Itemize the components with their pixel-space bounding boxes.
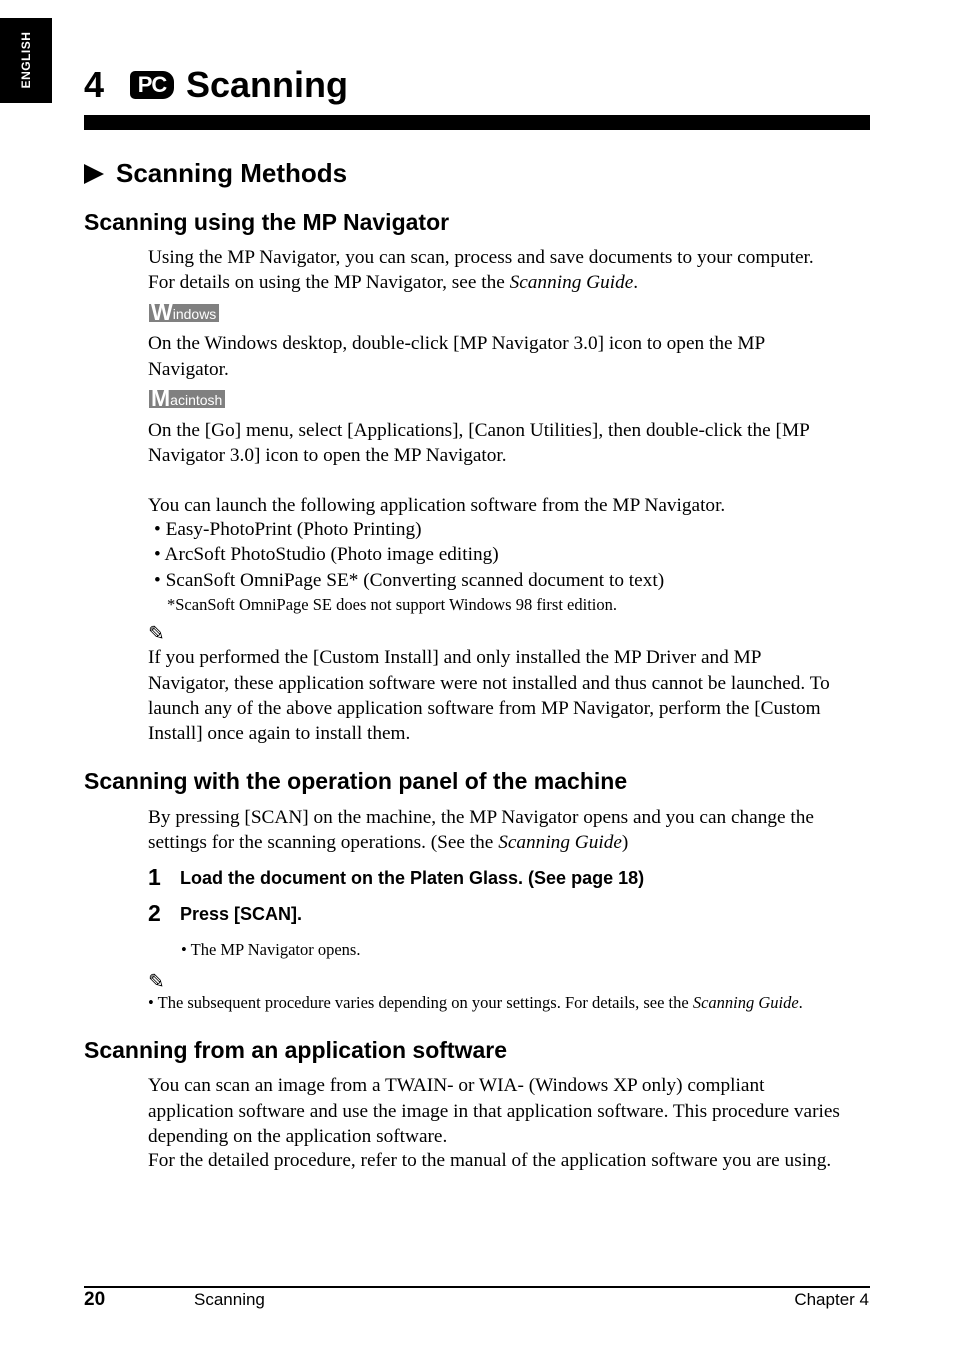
pencil-icon: ✎ <box>148 623 165 645</box>
step-number: 1 <box>148 864 161 890</box>
note-line: Install] once again to install them. <box>148 723 411 744</box>
mac-instruction-2: Navigator 3.0] icon to open the MP Navig… <box>148 445 507 466</box>
footnote: *ScanSoft OmniPage SE does not support W… <box>167 595 618 614</box>
subheading-application: Scanning from an application software <box>84 1037 508 1063</box>
section-title: Scanning Methods <box>116 158 348 188</box>
page-number: 20 <box>84 1289 106 1310</box>
chapter-title-text: Scanning <box>186 64 349 105</box>
section-heading: Scanning Methods <box>84 158 347 189</box>
pencil-icon: ✎ <box>148 971 165 993</box>
triangle-right-icon <box>84 163 104 184</box>
chapter-title: 4 PC Scanning <box>84 64 348 106</box>
step-1: 1 Load the document on the Platen Glass.… <box>148 864 644 891</box>
text: settings for the scanning operations. (S… <box>148 832 499 853</box>
text: ) <box>621 832 629 853</box>
mac-instruction-1: On the [Go] menu, select [Applications],… <box>148 420 810 441</box>
application-line: application software and use the image i… <box>148 1101 840 1122</box>
badge-initial: W <box>151 299 173 325</box>
footer-section: Scanning <box>194 1290 265 1309</box>
text: The subsequent procedure varies dependin… <box>157 993 693 1012</box>
subheading-operation-panel: Scanning with the operation panel of the… <box>84 768 628 794</box>
scanning-guide-ref: Scanning Guide <box>498 832 622 853</box>
note-line: launch any of the above application soft… <box>148 698 821 719</box>
application-line: You can scan an image from a TWAIN- or W… <box>148 1075 765 1096</box>
operation-note: • The subsequent procedure varies depend… <box>148 993 803 1012</box>
footer-rule <box>84 1286 870 1288</box>
text: . <box>633 272 639 293</box>
language-tab: ENGLISH <box>0 18 52 103</box>
pc-icon: PC <box>130 71 174 99</box>
footer-chapter: Chapter 4 <box>794 1290 869 1309</box>
app-list-item: • ArcSoft PhotoStudio (Photo image editi… <box>154 544 499 565</box>
windows-instruction-2: Navigator. <box>148 359 229 380</box>
title-rule <box>84 115 870 130</box>
badge-rest: acintosh <box>170 392 223 408</box>
text: . <box>798 993 803 1012</box>
note-line: If you performed the [Custom Install] an… <box>148 647 762 668</box>
note-line: Navigator, these application software we… <box>148 673 830 694</box>
scanning-guide-ref: Scanning Guide <box>692 993 799 1012</box>
paragraph-intro-1: Using the MP Navigator, you can scan, pr… <box>148 247 814 268</box>
scanning-guide-ref: Scanning Guide <box>509 272 634 293</box>
step-bullet: • The MP Navigator opens. <box>181 940 361 959</box>
application-line: depending on the application software. <box>148 1126 448 1147</box>
app-name: ScanSoft OmniPage SE* (Converting scanne… <box>165 570 665 591</box>
app-name: Easy-PhotoPrint (Photo Printing) <box>165 519 422 540</box>
windows-instruction-1: On the Windows desktop, double-click [MP… <box>148 333 766 354</box>
macintosh-badge: Macintosh <box>149 385 226 411</box>
paragraph-intro-2: For details on using the MP Navigator, s… <box>148 270 638 295</box>
step-text: Press [SCAN]. <box>180 904 303 924</box>
chapter-number: 4 <box>84 64 105 105</box>
application-line: For the detailed procedure, refer to the… <box>148 1150 832 1171</box>
app-list-item: • ScanSoft OmniPage SE* (Converting scan… <box>154 570 665 591</box>
step-number: 2 <box>148 900 161 926</box>
launch-intro: You can launch the following application… <box>148 495 726 516</box>
operation-panel-line-1: By pressing [SCAN] on the machine, the M… <box>148 807 814 828</box>
bullet-text: The MP Navigator opens. <box>190 940 361 959</box>
step-text: Load the document on the Platen Glass. (… <box>180 868 645 888</box>
text: For details on using the MP Navigator, s… <box>148 272 510 293</box>
app-list-item: • Easy-PhotoPrint (Photo Printing) <box>154 519 422 540</box>
windows-badge: Windows <box>149 299 220 325</box>
language-label: ENGLISH <box>19 31 33 89</box>
step-2: 2 Press [SCAN]. <box>148 900 302 927</box>
operation-panel-line-2: settings for the scanning operations. (S… <box>148 830 628 855</box>
subheading-mp-navigator: Scanning using the MP Navigator <box>84 209 450 235</box>
app-name: ArcSoft PhotoStudio (Photo image editing… <box>164 544 499 565</box>
badge-initial: M <box>151 385 171 411</box>
badge-rest: indows <box>172 306 217 322</box>
